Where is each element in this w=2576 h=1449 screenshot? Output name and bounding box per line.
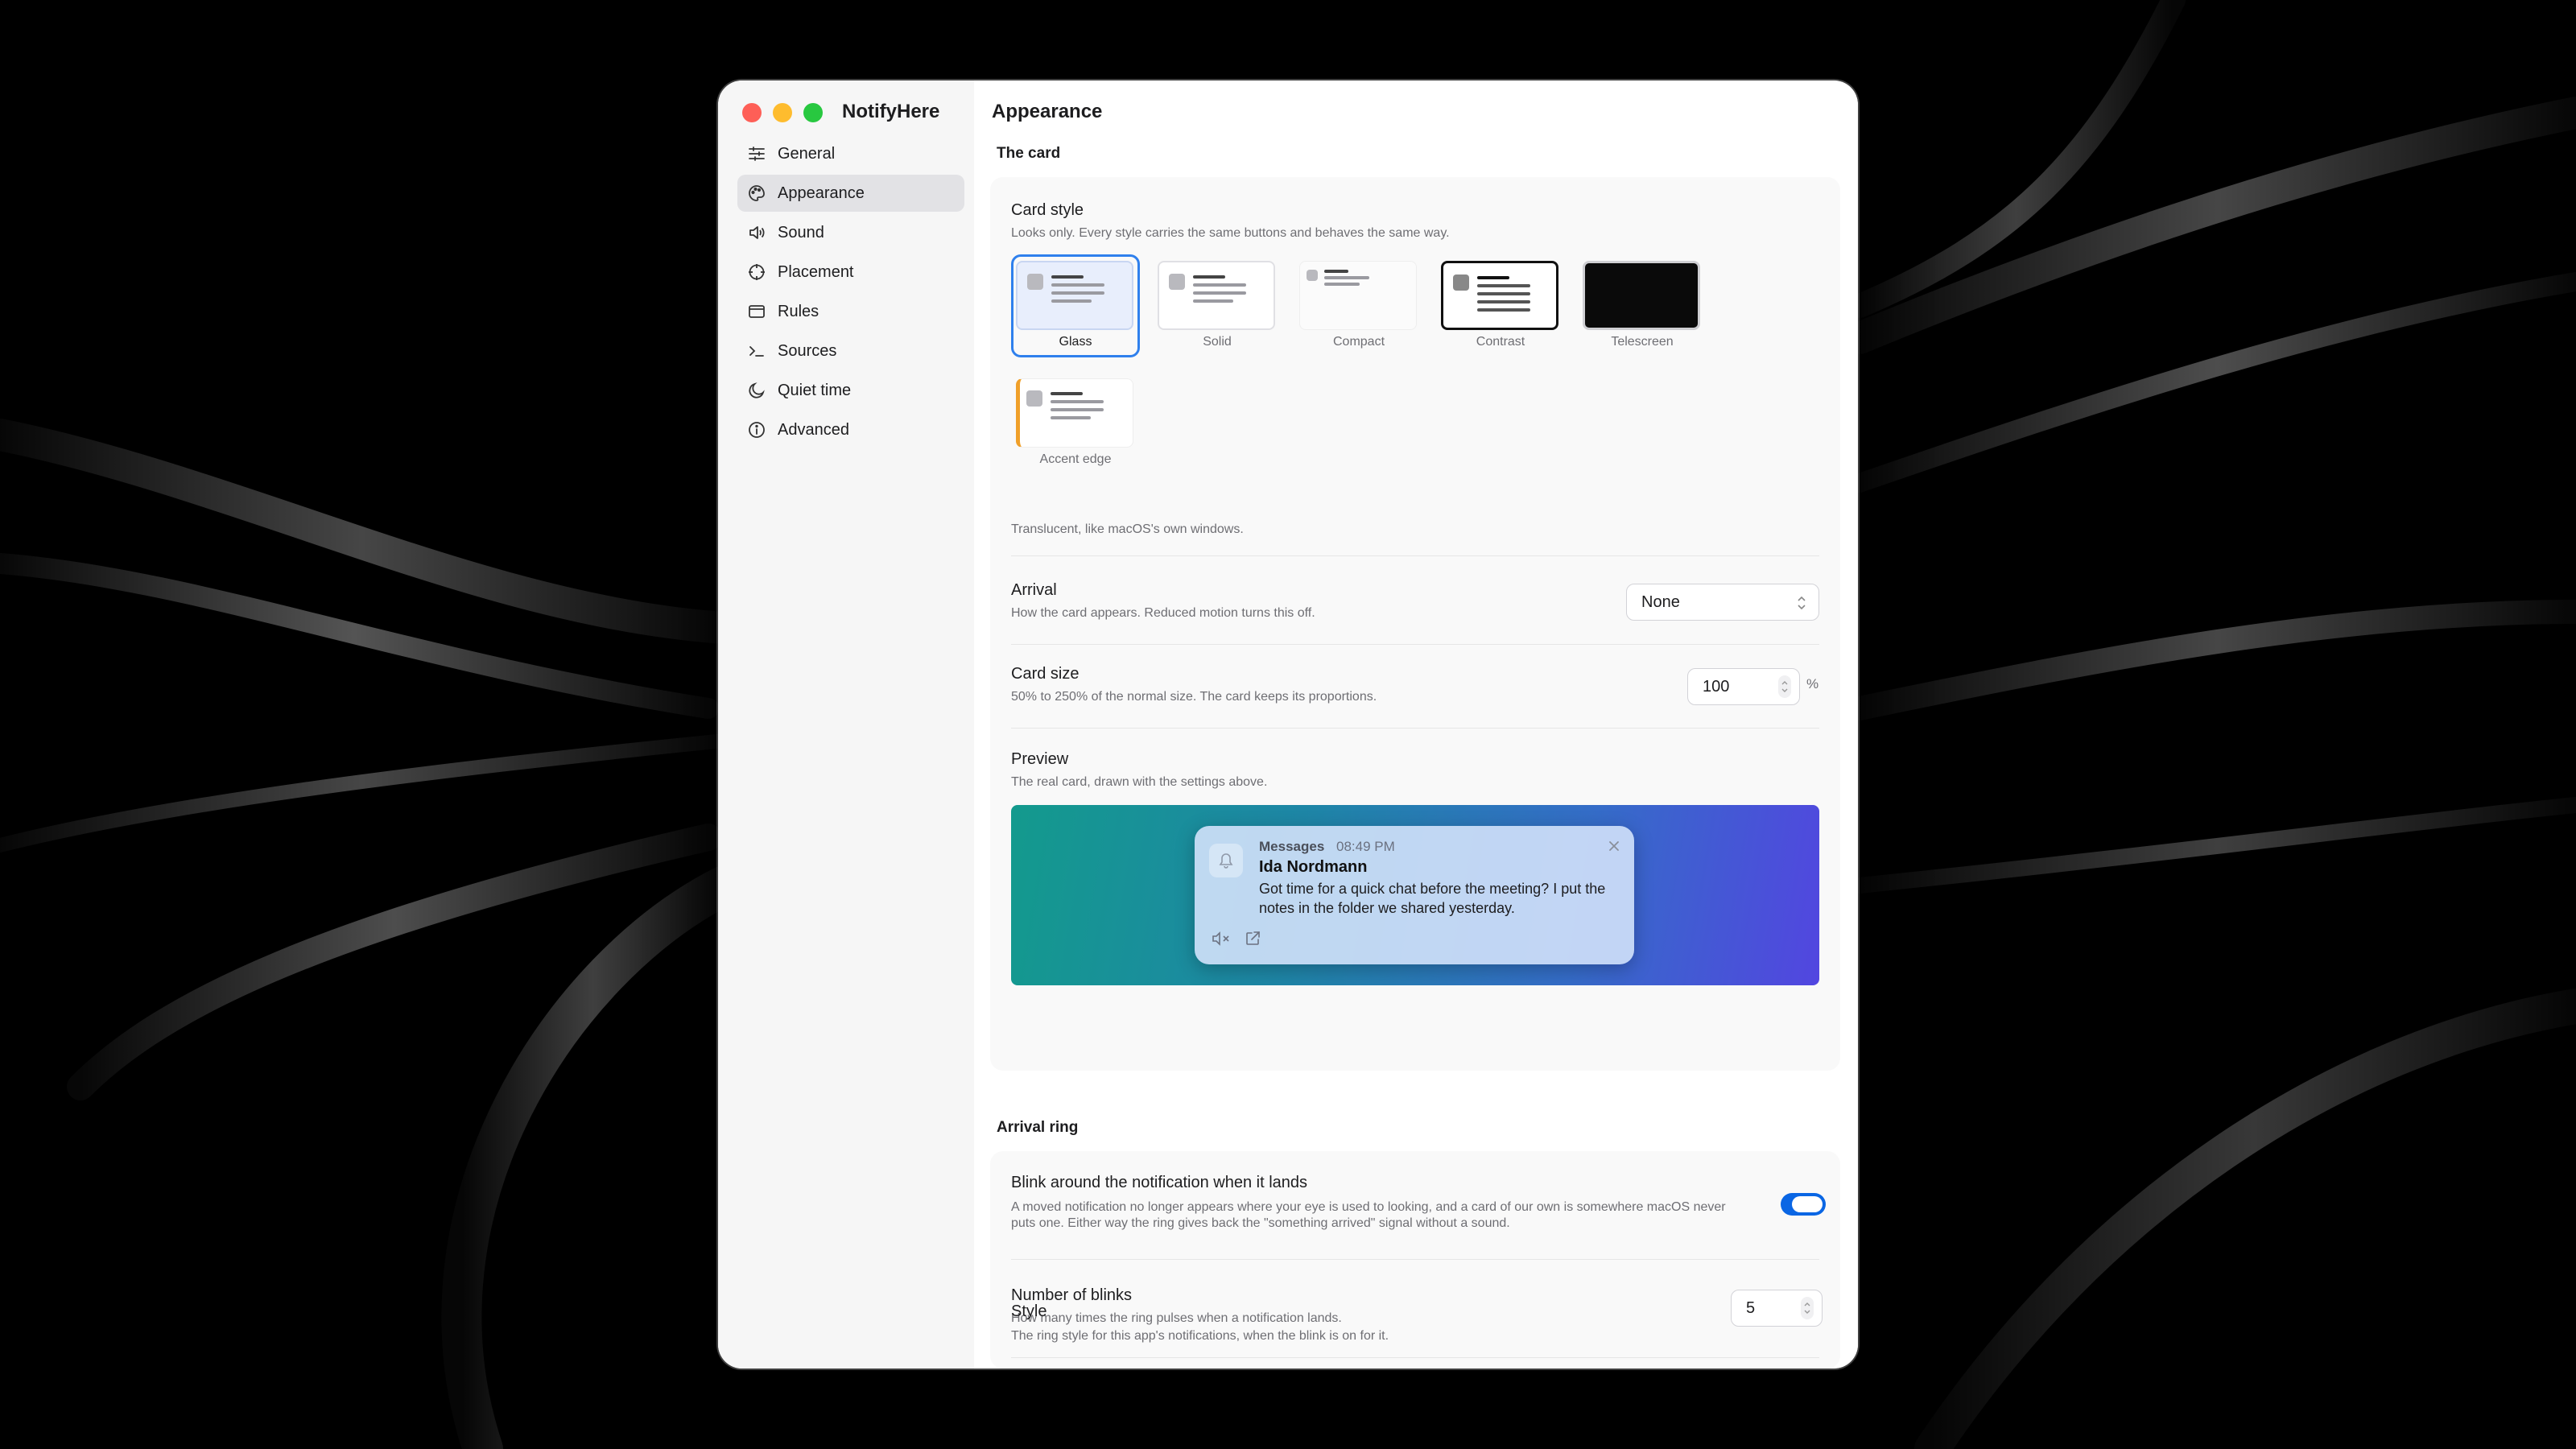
minimize-window-button[interactable] xyxy=(773,103,792,122)
section-title-card: The card xyxy=(997,145,1061,162)
moon-icon xyxy=(749,382,765,398)
stepper-arrows[interactable] xyxy=(1801,1297,1814,1319)
card-style-description: Looks only. Every style carries the same… xyxy=(1011,226,1450,240)
accent-edge-thumbnail xyxy=(1016,378,1133,448)
contrast-thumbnail xyxy=(1441,261,1558,330)
close-icon[interactable] xyxy=(1607,839,1621,853)
preview-description: The real card, drawn with the settings a… xyxy=(1011,775,1268,789)
page-title: Appearance xyxy=(992,101,1103,122)
card-size-description: 50% to 250% of the normal size. The card… xyxy=(1011,690,1377,704)
up-down-chevron-icon xyxy=(1798,596,1806,610)
notification-card[interactable]: Messages 08:49 PM Ida Nordmann Got time … xyxy=(1195,826,1634,964)
divider xyxy=(1011,1357,1819,1358)
selected-style-description: Translucent, like macOS's own windows. xyxy=(1011,522,1244,536)
sliders-icon xyxy=(749,147,765,161)
notification-app-name: Messages xyxy=(1259,839,1325,854)
sidebar-item-rules[interactable]: Rules xyxy=(737,293,964,330)
blink-label: Blink around the notification when it la… xyxy=(1011,1174,1308,1191)
arrival-select[interactable]: None xyxy=(1626,584,1819,621)
sidebar-item-appearance[interactable]: Appearance xyxy=(737,175,964,212)
close-window-button[interactable] xyxy=(742,103,762,122)
blinks-value: 5 xyxy=(1746,1298,1756,1317)
arrival-select-value: None xyxy=(1641,592,1680,611)
sidebar-item-sources[interactable]: Sources xyxy=(737,332,964,369)
style-option-solid[interactable]: Solid xyxy=(1153,254,1282,367)
card-settings-panel: Card style Looks only. Every style carri… xyxy=(990,177,1840,1071)
tray-icon xyxy=(749,305,765,318)
style-option-label: Contrast xyxy=(1476,335,1525,349)
style-option-label: Compact xyxy=(1332,335,1385,349)
stepper-arrows[interactable] xyxy=(1778,675,1791,698)
settings-pane: Appearance The card Card style Looks onl… xyxy=(974,80,1858,1368)
divider xyxy=(1011,728,1819,729)
style-option-label: Telescreen xyxy=(1611,335,1674,349)
card-size-stepper[interactable]: 100 xyxy=(1687,668,1800,705)
arrival-label: Arrival xyxy=(1011,581,1057,599)
style-option-glass[interactable]: Glass xyxy=(1011,254,1140,367)
sidebar-nav: General Appearance Sound Placement Rules… xyxy=(737,135,964,451)
sidebar-item-label: Appearance xyxy=(778,184,865,202)
sidebar: NotifyHere General Appearance Sound Plac… xyxy=(718,80,974,1368)
sidebar-item-label: Quiet time xyxy=(778,381,852,399)
palette-icon xyxy=(749,185,765,201)
style-option-compact[interactable]: Compact xyxy=(1294,254,1423,367)
preferences-window: NotifyHere General Appearance Sound Plac… xyxy=(718,80,1858,1368)
card-size-value: 100 xyxy=(1703,677,1730,696)
section-title-arrival-ring: Arrival ring xyxy=(997,1119,1079,1136)
blinks-description: How many times the ring pulses when a no… xyxy=(1011,1311,1342,1325)
compact-thumbnail xyxy=(1299,261,1417,330)
arrival-description: How the card appears. Reduced motion tur… xyxy=(1011,606,1315,620)
card-style-label: Card style xyxy=(1011,201,1084,219)
sidebar-item-general[interactable]: General xyxy=(737,135,964,172)
notification-body: Got time for a quick chat before the mee… xyxy=(1259,881,1606,916)
glass-thumbnail xyxy=(1016,261,1133,330)
card-size-label: Card size xyxy=(1011,665,1080,683)
zoom-window-button[interactable] xyxy=(803,103,823,122)
sidebar-item-label: Sound xyxy=(778,223,824,242)
style-option-label: Solid xyxy=(1203,335,1232,349)
divider xyxy=(1011,1259,1819,1260)
sidebar-item-label: Sources xyxy=(778,341,837,360)
bell-icon xyxy=(1209,844,1243,877)
open-external-icon[interactable] xyxy=(1243,929,1262,948)
blinks-stepper[interactable]: 5 xyxy=(1731,1290,1823,1327)
notification-time: 08:49 PM xyxy=(1336,839,1395,854)
style-option-label: Glass xyxy=(1059,335,1092,349)
style-option-label: Accent edge xyxy=(1039,452,1112,466)
sidebar-item-placement[interactable]: Placement xyxy=(737,254,964,291)
telescreen-thumbnail xyxy=(1583,261,1700,330)
sidebar-item-label: Rules xyxy=(778,302,819,320)
preview-label: Preview xyxy=(1011,750,1069,768)
sidebar-item-label: Advanced xyxy=(778,420,849,439)
stepper-arrows-icon xyxy=(1781,681,1788,692)
divider xyxy=(1011,555,1819,556)
mute-icon[interactable] xyxy=(1211,929,1232,948)
card-style-picker: Glass Solid Compact Contrast Telescreen … xyxy=(1011,254,1816,480)
ring-style-description: The ring style for this app's notificati… xyxy=(1011,1329,1389,1343)
blink-description: A moved notification no longer appears w… xyxy=(1011,1200,1726,1230)
solid-thumbnail xyxy=(1158,261,1275,330)
style-option-accent-edge[interactable]: Accent edge xyxy=(1011,372,1140,485)
speaker-icon xyxy=(749,226,765,239)
stepper-arrows-icon xyxy=(1804,1302,1810,1314)
style-option-contrast[interactable]: Contrast xyxy=(1436,254,1565,367)
card-size-unit: % xyxy=(1806,676,1819,691)
window-controls xyxy=(742,103,823,122)
notification-preview: Messages 08:49 PM Ida Nordmann Got time … xyxy=(1011,805,1819,985)
style-option-telescreen[interactable]: Telescreen xyxy=(1578,254,1707,367)
sidebar-item-label: General xyxy=(778,144,836,163)
sidebar-item-label: Placement xyxy=(778,262,854,281)
app-title: NotifyHere xyxy=(842,101,940,122)
sidebar-item-quiet-time[interactable]: Quiet time xyxy=(737,372,964,409)
terminal-icon xyxy=(749,346,764,357)
ring-style-label: Style xyxy=(1011,1302,1047,1320)
toggle-knob xyxy=(1792,1196,1823,1212)
sidebar-item-sound[interactable]: Sound xyxy=(737,214,964,251)
notification-sender: Ida Nordmann xyxy=(1259,858,1368,876)
crosshair-icon xyxy=(749,264,765,280)
divider xyxy=(1011,644,1819,645)
blink-toggle[interactable] xyxy=(1781,1193,1826,1216)
info-icon xyxy=(749,422,765,438)
sidebar-item-advanced[interactable]: Advanced xyxy=(737,411,964,448)
